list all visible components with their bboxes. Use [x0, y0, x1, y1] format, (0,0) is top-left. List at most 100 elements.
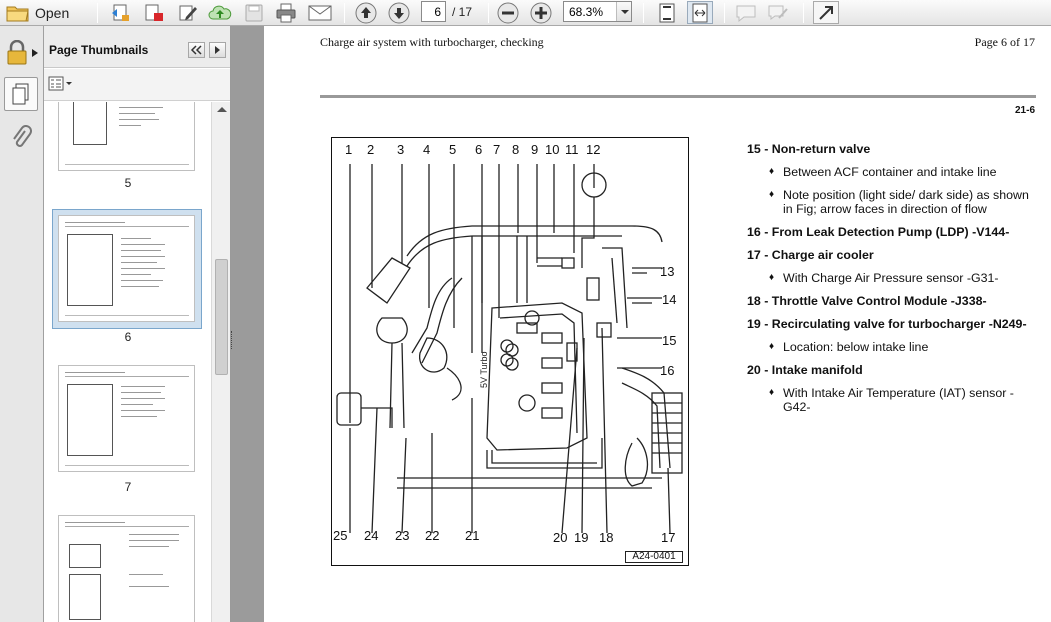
diamond-bullet-icon: ♦: [769, 387, 775, 398]
thumbnail-page-7[interactable]: [58, 365, 195, 472]
figure-label: 19: [574, 530, 588, 545]
pages-icon: [12, 83, 29, 105]
legend-subitem: ♦ Between ACF container and intake line: [769, 165, 997, 179]
panel-header: Page Thumbnails: [44, 26, 230, 68]
print-button[interactable]: [273, 1, 299, 24]
attachments-tab[interactable]: [4, 121, 38, 155]
pdf-export-button[interactable]: [141, 1, 167, 24]
edit-icon: [179, 5, 197, 20]
fit-page-icon: [659, 3, 675, 22]
figure-label: 1: [345, 142, 352, 157]
engine-diagram: 5V Turbo 1 2 3 4 5 6 7 8 9 10 11 12 13 1…: [331, 137, 689, 566]
figure-label: 25: [333, 528, 347, 543]
figure-label: 4: [423, 142, 430, 157]
email-button[interactable]: [306, 1, 334, 24]
thumbnail-page-6[interactable]: [58, 215, 195, 322]
collapse-panel-button[interactable]: [188, 42, 205, 58]
thumbnail-list: 5 6 7: [44, 102, 212, 622]
create-pdf-button[interactable]: [108, 1, 134, 24]
arrow-down-icon: [388, 2, 410, 23]
legend-item: 16 - From Leak Detection Pump (LDP) -V14…: [747, 225, 1010, 239]
diamond-bullet-icon: ♦: [769, 341, 775, 352]
pdf-export-icon: [145, 4, 163, 21]
thumbnail-page-5[interactable]: [58, 102, 195, 171]
highlight-icon: [768, 5, 788, 20]
chevron-right-icon: [215, 46, 220, 54]
create-pdf-icon: [112, 4, 129, 21]
figure-label: 22: [425, 528, 439, 543]
figure-label: 17: [661, 530, 675, 545]
panel-splitter[interactable]: [231, 26, 264, 622]
upload-button[interactable]: [207, 1, 233, 24]
figure-label: 10: [545, 142, 559, 157]
plus-icon: [530, 2, 552, 23]
diamond-bullet-icon: ♦: [769, 189, 775, 200]
fit-width-button[interactable]: [687, 1, 713, 24]
cloud-upload-icon: [208, 5, 232, 19]
section-number: 21-6: [1014, 105, 1035, 116]
edit-button[interactable]: [175, 1, 201, 24]
panel-title: Page Thumbnails: [49, 43, 149, 57]
panel-menu-button[interactable]: [209, 42, 226, 58]
page-thumbnails-tab[interactable]: [4, 77, 38, 111]
legend-item: 19 - Recirculating valve for turbocharge…: [747, 317, 1027, 331]
previous-page-button[interactable]: [353, 1, 379, 24]
figure-label: 20: [553, 530, 567, 545]
zoom-out-button[interactable]: [495, 1, 521, 24]
figure-label: 21: [465, 528, 479, 543]
fit-page-button[interactable]: [654, 1, 680, 24]
printer-icon: [276, 3, 296, 22]
legend-item: 18 - Throttle Valve Control Module -J338…: [747, 294, 987, 308]
figure-labels: 1 2 3 4 5 6 7 8 9 10 11 12 13 14 15 16 2…: [333, 142, 676, 545]
save-button[interactable]: [242, 1, 266, 24]
scrollbar-thumb[interactable]: [215, 259, 228, 375]
svg-text:5V Turbo: 5V Turbo: [479, 351, 489, 388]
figure-label: 15: [662, 333, 676, 348]
paperclip-icon: [13, 125, 32, 147]
zoom-in-button[interactable]: [528, 1, 554, 24]
arrow-up-icon: [355, 2, 377, 23]
figure-label: 7: [493, 142, 500, 157]
thumbnail-page-8[interactable]: [58, 515, 195, 622]
legend-subitem: ♦ Location: below intake line: [769, 340, 929, 354]
page-number-input[interactable]: 6: [421, 1, 446, 22]
expand-icon: [819, 5, 833, 20]
figure-label: 6: [475, 142, 482, 157]
thumbnails-panel: Page Thumbnails 5 6 7: [44, 26, 231, 622]
legend-item: 20 - Intake manifold: [747, 363, 863, 377]
zoom-select[interactable]: 68.3%: [563, 1, 632, 22]
scroll-up-icon[interactable]: [217, 107, 227, 112]
thumbnail-label: 5: [124, 176, 132, 190]
double-chevron-left-icon: [190, 45, 202, 55]
zoom-value: 68.3%: [569, 5, 604, 19]
expand-button[interactable]: [813, 1, 839, 24]
thumbnail-scrollbar[interactable]: [211, 102, 230, 622]
panel-toolbar: [44, 69, 230, 101]
comment-icon: [736, 5, 756, 22]
figure-label: 24: [364, 528, 378, 543]
next-page-button[interactable]: [386, 1, 412, 24]
figure-label: 13: [660, 264, 674, 279]
diamond-bullet-icon: ♦: [769, 166, 775, 177]
folder-icon: [6, 6, 29, 21]
comment-button[interactable]: [733, 1, 759, 24]
legend-item: 15 - Non-return valve: [747, 142, 871, 156]
fit-width-icon: [692, 3, 708, 22]
legend-list: 15 - Non-return valve ♦ Between ACF conta…: [747, 142, 1037, 423]
figure-label: 23: [395, 528, 409, 543]
security-button[interactable]: [4, 36, 38, 70]
engine-diagram-drawing: 5V Turbo 1 2 3 4 5 6 7 8 9 10 11 12 13 1…: [333, 142, 683, 545]
figure-id: A24-0401: [625, 551, 683, 563]
open-button[interactable]: Open: [6, 1, 69, 24]
thumbnail-options-button[interactable]: [48, 75, 74, 93]
highlight-button[interactable]: [765, 1, 791, 24]
figure-label: 11: [565, 142, 579, 157]
envelope-icon: [308, 5, 332, 20]
options-icon: [48, 76, 72, 91]
figure-label: 18: [599, 530, 613, 545]
lock-icon: [7, 40, 27, 65]
document-page: Charge air system with turbocharger, che…: [264, 26, 1051, 622]
chevron-down-icon[interactable]: [616, 2, 631, 21]
figure-label: 8: [512, 142, 519, 157]
page-header-title: Charge air system with turbocharger, che…: [320, 35, 544, 49]
